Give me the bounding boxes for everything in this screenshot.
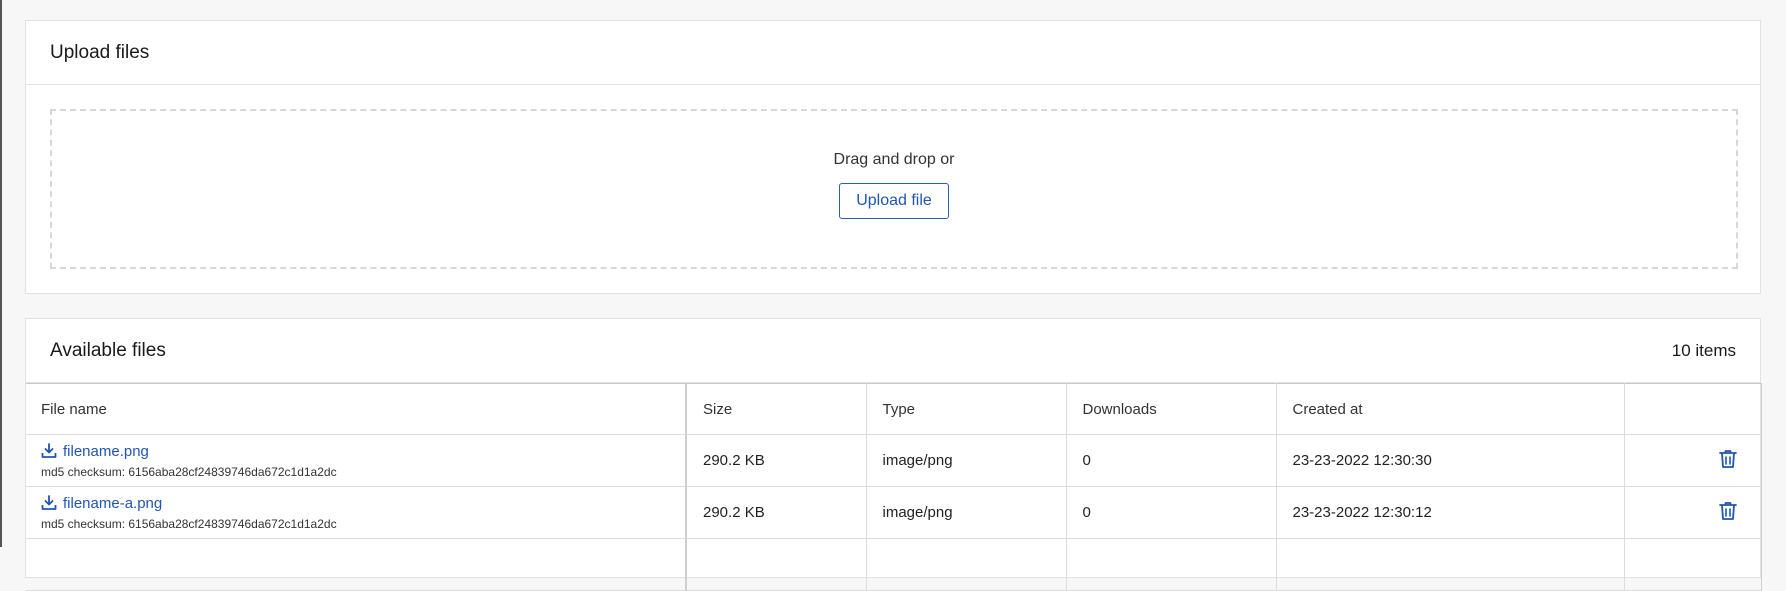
download-icon [41,495,57,510]
table-row: filename.png md5 checksum: 6156aba28cf24… [26,434,1762,487]
window-left-edge [0,0,2,547]
file-name-cell [26,538,687,591]
file-type-cell: image/png [865,486,1067,539]
delete-file-button[interactable] [1718,449,1737,473]
file-checksum: md5 checksum: 6156aba28cf24839746da672c1… [41,464,337,479]
files-card-header: Available files 10 items [26,319,1760,383]
file-checksum: md5 checksum: 6156aba28cf24839746da672c1… [41,516,337,531]
trash-icon [1718,501,1737,520]
trash-icon [1718,449,1737,468]
table-row [26,538,1762,591]
file-downloads-cell [1065,538,1277,591]
file-actions-cell [1623,538,1762,591]
item-count: 10 items [1671,340,1736,360]
file-created-cell: 23-23-2022 12:30:12 [1275,486,1625,539]
download-icon [41,443,57,458]
table-row: filename-a.png md5 checksum: 6156aba28cf… [26,486,1762,539]
files-table: File name Size Type Downloads Created at… [26,383,1762,591]
column-header-type[interactable]: Type [865,383,1067,435]
drop-instructions: Drag and drop or [833,151,955,168]
file-created-cell [1275,538,1625,591]
files-card-title: Available files [50,339,166,361]
file-download-link[interactable]: filename.png [41,443,669,460]
delete-file-button[interactable] [1718,501,1737,525]
column-header-file-name[interactable]: File name [26,383,687,435]
upload-file-button[interactable]: Upload file [839,183,949,219]
file-size-cell [685,538,867,591]
file-name[interactable]: filename-a.png [63,495,162,512]
file-actions-cell [1623,434,1762,487]
upload-files-card: Upload files Drag and drop or Upload fil… [25,20,1761,294]
file-created-cell: 23-23-2022 12:30:30 [1275,434,1625,487]
column-header-downloads[interactable]: Downloads [1065,383,1277,435]
upload-card-title: Upload files [50,41,150,63]
file-size-cell: 290.2 KB [685,434,867,487]
file-downloads-cell: 0 [1065,434,1277,487]
file-name[interactable]: filename.png [63,443,149,460]
column-header-size[interactable]: Size [685,383,867,435]
available-files-card: Available files 10 items File name Size … [25,318,1762,591]
file-type-cell: image/png [865,434,1067,487]
file-dropzone[interactable]: Drag and drop or Upload file [50,109,1738,269]
file-size-cell: 290.2 KB [685,486,867,539]
file-download-link[interactable]: filename-a.png [41,495,669,512]
upload-card-header: Upload files [26,21,1760,85]
column-header-actions [1623,383,1762,435]
table-header-row: File name Size Type Downloads Created at [26,383,1762,435]
file-type-cell [865,538,1067,591]
file-name-cell: filename-a.png md5 checksum: 6156aba28cf… [26,486,687,539]
file-name-cell: filename.png md5 checksum: 6156aba28cf24… [26,434,687,487]
file-actions-cell [1623,486,1762,539]
file-downloads-cell: 0 [1065,486,1277,539]
column-header-created-at[interactable]: Created at [1275,383,1625,435]
